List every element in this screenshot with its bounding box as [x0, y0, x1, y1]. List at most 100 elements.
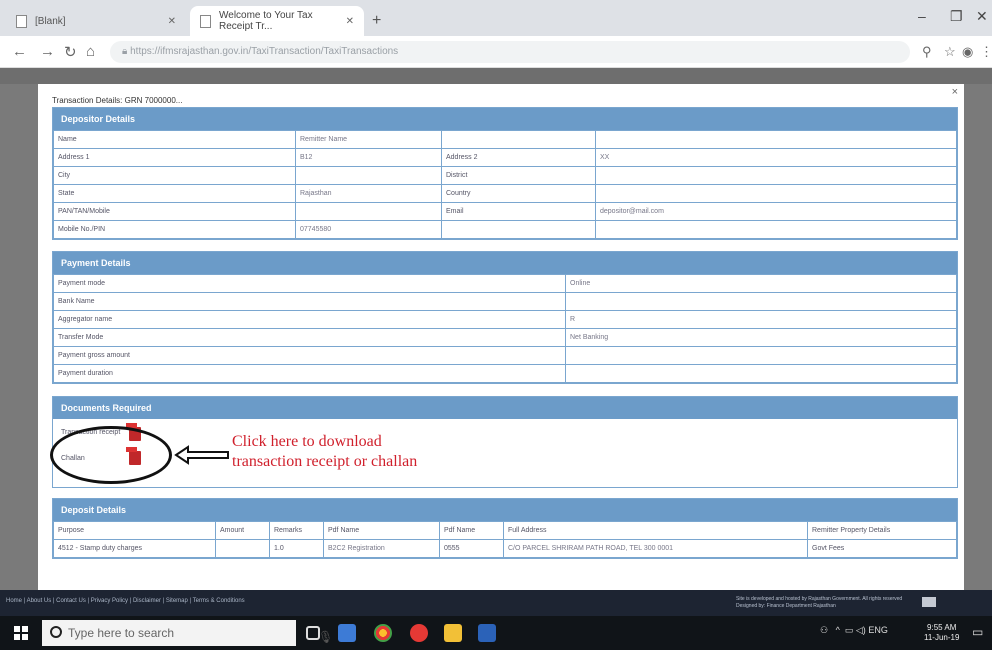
table-row: 4512 - Stamp duty charges 1.0 B2C2 Registr…: [53, 539, 957, 558]
table-cell: Transfer Mode: [53, 328, 566, 347]
table-row: Payment gross amount: [53, 346, 957, 365]
table-cell: depositor@mail.com: [595, 202, 957, 221]
lock-icon: 🔒︎: [122, 46, 128, 57]
table-cell: [595, 166, 957, 185]
language-indicator[interactable]: ENG: [868, 625, 888, 635]
home-icon[interactable]: ⌂: [86, 43, 95, 60]
panel-heading: Depositor Details: [53, 108, 957, 130]
table-row: Mobile No./PIN 07745580: [53, 220, 957, 239]
deposit-details-panel: Deposit Details Purpose Amount Remarks Pdf …: [52, 498, 958, 559]
close-icon[interactable]: ×: [952, 86, 958, 98]
close-icon[interactable]: ✕: [346, 16, 354, 27]
clock-date: 11-Jun-19: [924, 633, 960, 642]
panel-heading: Documents Required: [53, 397, 957, 419]
depositor-details-panel: Depositor Details Name Remitter Name Addre…: [52, 107, 958, 240]
payment-details-panel: Payment Details Payment mode Online Bank N…: [52, 251, 958, 384]
word-icon[interactable]: [478, 624, 496, 642]
table-row: Transfer Mode Net Banking: [53, 328, 957, 347]
page-header-strip: [0, 68, 992, 84]
zoom-icon[interactable]: ⚲: [922, 44, 932, 60]
reload-icon[interactable]: ↻: [64, 43, 77, 61]
taskbar-search-input[interactable]: Type here to search 🎙︎: [42, 620, 333, 646]
table-cell: [215, 539, 270, 558]
cortana-icon: [50, 626, 62, 638]
table-row: Bank Name: [53, 292, 957, 311]
annotation-arrow-icon: [174, 445, 229, 465]
page-icon: [16, 14, 27, 28]
table-cell: B12: [295, 148, 442, 167]
back-icon[interactable]: ←: [12, 43, 27, 60]
table-cell: 4512 - Stamp duty charges: [53, 539, 216, 558]
table-cell: Bank Name: [53, 292, 566, 311]
table-cell: Payment gross amount: [53, 346, 566, 365]
column-header: Remarks: [269, 521, 324, 540]
minimize-icon[interactable]: –: [918, 8, 926, 24]
table-cell: 07745580: [295, 220, 442, 239]
table-cell: Payment duration: [53, 364, 566, 383]
footer-credit-line: Site is developed and hosted by Rajastha…: [736, 596, 903, 602]
profile-icon[interactable]: ◉: [962, 44, 973, 60]
table-cell: XX: [595, 148, 957, 167]
table-cell: Net Banking: [565, 328, 957, 347]
browser-toolbar: ← → ↻ ⌂ 🔒︎ https://ifmsrajasthan.gov.in/…: [0, 36, 992, 68]
column-header: Purpose: [53, 521, 216, 540]
table-cell: Address 1: [53, 148, 296, 167]
chevron-up-icon[interactable]: ^: [836, 625, 840, 635]
windows-start-icon[interactable]: [14, 626, 28, 640]
task-view-icon[interactable]: [306, 626, 320, 640]
browser-tab-active[interactable]: Welcome to Your Tax Receipt Tr... ✕: [190, 6, 364, 36]
search-placeholder: Type here to search: [68, 626, 175, 640]
tab-title: [Blank]: [35, 15, 66, 27]
system-tray[interactable]: ⚇ ^ ▭ ◁) ENG: [820, 625, 888, 636]
table-row: PAN/TAN/Mobile Email depositor@mail.com: [53, 202, 957, 221]
column-header: Remitter Property Details: [807, 521, 957, 540]
microphone-icon[interactable]: 🎙︎: [318, 624, 333, 650]
payment-table: Payment mode Online Bank Name Aggregator na…: [53, 274, 957, 383]
close-icon[interactable]: ✕: [168, 16, 176, 27]
menu-icon[interactable]: ⋮: [980, 44, 992, 60]
table-cell: C/O PARCEL SHRIRAM PATH ROAD, TEL 300 00…: [503, 539, 808, 558]
table-row: Name Remitter Name: [53, 130, 957, 149]
table-row: Payment mode Online: [53, 274, 957, 293]
annotation-line: Click here to download: [232, 433, 382, 450]
close-window-icon[interactable]: ✕: [976, 8, 988, 25]
column-header: Pdf Name: [439, 521, 504, 540]
maximize-icon[interactable]: ❐: [950, 8, 963, 25]
browser-tab-bar: [Blank] ✕ Welcome to Your Tax Receipt Tr…: [0, 0, 992, 36]
table-cell: Name: [53, 130, 296, 149]
table-cell: PAN/TAN/Mobile: [53, 202, 296, 221]
footer-links[interactable]: Home | About Us | Contact Us | Privacy P…: [6, 598, 245, 604]
windows-taskbar: Type here to search 🎙︎ ⚇ ^ ▭ ◁) ENG 9:55…: [0, 616, 992, 650]
browser-tab-blank[interactable]: [Blank] ✕: [6, 6, 186, 36]
modal-title: Transaction Details: GRN 7000000...: [52, 96, 183, 105]
table-cell: [565, 364, 957, 383]
table-cell: Aggregator name: [53, 310, 566, 329]
network-icon[interactable]: ▭: [845, 625, 854, 635]
table-cell: [565, 292, 957, 311]
new-tab-icon[interactable]: +: [372, 12, 381, 30]
table-cell: Mobile No./PIN: [53, 220, 296, 239]
documents-panel: Documents Required Transaction receipt C…: [52, 396, 958, 488]
deposit-table: Purpose Amount Remarks Pdf Name Pdf Name Full…: [53, 521, 957, 558]
annotation-line: transaction receipt or challan: [232, 453, 418, 470]
site-footer: Home | About Us | Contact Us | Privacy P…: [0, 590, 992, 616]
table-cell: [565, 346, 957, 365]
file-explorer-icon[interactable]: [444, 624, 462, 642]
chrome-icon[interactable]: [374, 624, 392, 642]
forward-icon[interactable]: →: [40, 43, 55, 60]
column-header: Full Address: [503, 521, 808, 540]
people-icon[interactable]: ⚇: [820, 625, 828, 635]
table-cell: Payment mode: [53, 274, 566, 293]
table-cell: District: [441, 166, 596, 185]
taskbar-clock[interactable]: 9:55 AM 11-Jun-19: [924, 623, 959, 643]
volume-icon[interactable]: ◁): [856, 625, 866, 635]
address-bar[interactable]: 🔒︎ https://ifmsrajasthan.gov.in/TaxiTran…: [110, 41, 910, 63]
opera-icon[interactable]: [410, 624, 428, 642]
table-cell: Address 2: [441, 148, 596, 167]
notification-icon[interactable]: ▭: [972, 625, 983, 639]
edge-icon[interactable]: [338, 624, 356, 642]
star-icon[interactable]: ☆: [944, 44, 956, 60]
clock-time: 9:55 AM: [927, 623, 957, 632]
table-cell: [295, 202, 442, 221]
footer-credits: Site is developed and hosted by Rajastha…: [736, 596, 902, 610]
